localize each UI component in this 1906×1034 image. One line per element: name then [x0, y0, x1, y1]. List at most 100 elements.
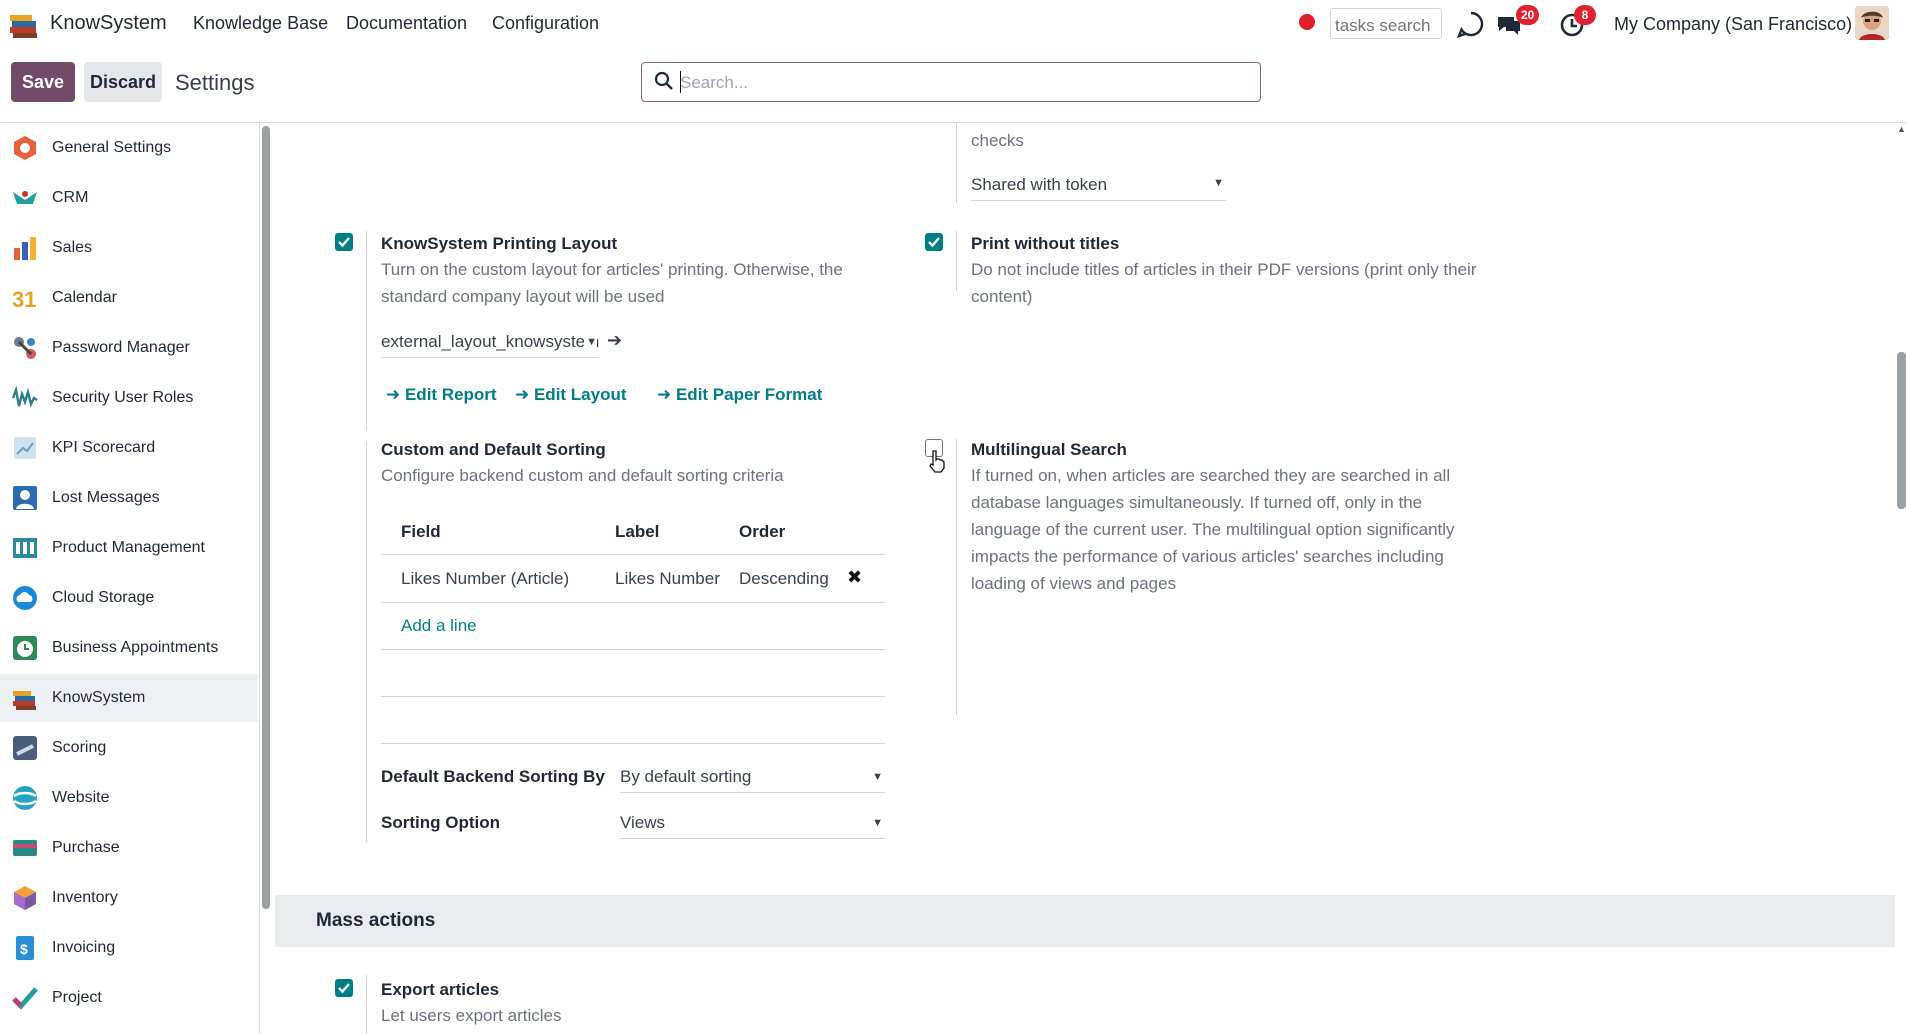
table-row[interactable]: Likes Number (Article) Likes Number Desc…	[381, 555, 885, 602]
menu-configuration[interactable]: Configuration	[492, 13, 599, 34]
invoicing-icon: $	[16, 936, 34, 960]
company-switcher[interactable]: My Company (San Francisco)	[1614, 14, 1852, 35]
open-layout-arrow-icon[interactable]: ➔	[607, 330, 622, 351]
arrow-right-icon: ➜	[386, 385, 405, 404]
sorting-desc: Configure backend custom and default sor…	[381, 466, 784, 485]
sidebar-item-label: Security User Roles	[52, 389, 194, 406]
sidebar-item-product-management[interactable]: Product Management	[0, 524, 258, 572]
chevron-down-icon: ▼	[872, 771, 883, 783]
sidebar-item-invoicing[interactable]: $ Invoicing	[0, 924, 258, 972]
menu-knowledge-base[interactable]: Knowledge Base	[193, 13, 328, 34]
layout-select-value: external_layout_knowsystem	[381, 332, 599, 351]
edit-paper-format-label: Edit Paper Format	[675, 385, 823, 404]
discard-button[interactable]: Discard	[84, 62, 162, 102]
sidebar-item-website[interactable]: Website	[0, 774, 258, 822]
settings-search[interactable]: Search...	[641, 62, 1261, 102]
section-divider	[366, 231, 367, 431]
app-title[interactable]: KnowSystem	[50, 12, 167, 35]
knowsystem-logo-icon[interactable]	[7, 7, 41, 41]
printing-layout-checkbox[interactable]	[335, 233, 353, 251]
edit-paper-format-link[interactable]: ➜ Edit Paper Format	[657, 385, 822, 405]
sidebar-item-project[interactable]: Project	[0, 974, 258, 1022]
text-cursor	[680, 71, 681, 93]
default-sort-value: By default sorting	[620, 767, 752, 786]
arrow-right-icon: ➜	[657, 385, 676, 404]
table-divider	[381, 649, 885, 650]
col-label[interactable]: Label	[615, 522, 659, 542]
chevron-down-icon: ▼	[584, 336, 597, 348]
sidebar-item-crm[interactable]: CRM	[0, 174, 258, 222]
sidebar-item-password-manager[interactable]: Password Manager	[0, 324, 258, 372]
project-icon	[12, 987, 38, 1010]
edit-layout-label: Edit Layout	[533, 385, 627, 404]
chevron-down-icon: ▼	[872, 817, 883, 829]
menu-documentation[interactable]: Documentation	[346, 13, 467, 34]
default-sort-select[interactable]: By default sorting ▼	[620, 767, 885, 793]
cell-field: Likes Number (Article)	[401, 569, 570, 588]
search-placeholder: Search...	[680, 73, 749, 92]
section-divider	[956, 439, 957, 715]
product-management-icon	[13, 538, 37, 558]
print-without-titles-desc: Do not include titles of articles in the…	[971, 260, 1477, 306]
sidebar-item-lost-messages[interactable]: Lost Messages	[0, 474, 258, 522]
sidebar-item-label: KnowSystem	[52, 689, 146, 706]
multilingual-search-title: Multilingual Search	[971, 440, 1127, 459]
sidebar-scrollbar[interactable]	[262, 126, 270, 909]
voip-phone-icon[interactable]	[1456, 9, 1486, 39]
export-articles-checkbox[interactable]	[335, 979, 353, 997]
save-button[interactable]: Save	[11, 62, 75, 102]
sidebar-item-label: Sales	[52, 239, 93, 256]
printing-layout-desc: Turn on the custom layout for articles' …	[381, 260, 843, 306]
content-scroll-up-icon[interactable]: ▲	[1897, 124, 1906, 134]
scoring-icon	[13, 736, 37, 760]
sort-option-value: Views	[620, 813, 666, 832]
section-divider	[366, 441, 367, 843]
sidebar-item-label: Business Appointments	[52, 639, 219, 656]
tasks-search-input[interactable]	[1330, 8, 1442, 39]
sidebar-item-sales[interactable]: Sales	[0, 224, 258, 272]
sidebar-item-label: Project	[52, 989, 102, 1006]
sidebar-item-label: Inventory	[52, 889, 118, 906]
sidebar-item-general-settings[interactable]: General Settings	[0, 124, 258, 172]
sidebar-item-label: Lost Messages	[52, 489, 160, 506]
svg-text:31: 31	[12, 287, 36, 312]
add-line-link[interactable]: Add a line	[401, 616, 477, 636]
recording-icon[interactable]	[1299, 14, 1315, 30]
print-without-titles-checkbox[interactable]	[925, 233, 943, 251]
sidebar-item-scoring[interactable]: Scoring	[0, 724, 258, 772]
top-navbar: KnowSystem Knowledge Base Documentation …	[0, 0, 1906, 48]
sidebar-item-purchase[interactable]: Purchase	[0, 824, 258, 872]
sidebar-item-calendar[interactable]: 31 Calendar	[0, 274, 258, 322]
printing-layout-title: KnowSystem Printing Layout	[381, 234, 618, 253]
delete-row-icon[interactable]: ✖	[847, 567, 862, 588]
share-select[interactable]: Shared with token ▼	[971, 175, 1226, 201]
lost-messages-icon	[13, 486, 37, 510]
sidebar-item-cloud-storage[interactable]: Cloud Storage	[0, 574, 258, 622]
table-divider	[381, 696, 885, 697]
sidebar-item-label: Website	[52, 789, 110, 806]
sidebar-item-label: CRM	[52, 189, 89, 206]
crm-icon	[13, 191, 37, 204]
col-field[interactable]: Field	[401, 522, 441, 542]
sidebar-item-security-user-roles[interactable]: Security User Roles	[0, 374, 258, 422]
user-avatar[interactable]	[1855, 6, 1889, 40]
sort-option-select[interactable]: Views ▼	[620, 813, 885, 839]
sidebar-item-label: Password Manager	[52, 339, 190, 356]
sidebar-item-kpi-scorecard[interactable]: KPI Scorecard	[0, 424, 258, 472]
sidebar-item-label: Purchase	[52, 839, 120, 856]
col-order[interactable]: Order	[739, 522, 785, 542]
layout-select[interactable]: external_layout_knowsystem ▼	[381, 332, 599, 358]
sidebar-item-inventory[interactable]: Inventory	[0, 874, 258, 922]
sidebar-item-business-appointments[interactable]: Business Appointments	[0, 624, 258, 672]
chevron-down-icon: ▼	[1213, 177, 1224, 189]
sidebar-item-label: Scoring	[52, 739, 107, 756]
sidebar-item-label: Calendar	[52, 289, 117, 306]
content-scrollbar[interactable]	[1897, 352, 1906, 509]
purchase-icon	[13, 840, 37, 856]
sales-icon	[14, 237, 36, 260]
sidebar-item-knowsystem[interactable]: KnowSystem	[0, 674, 258, 722]
edit-report-link[interactable]: ➜ Edit Report	[386, 385, 497, 405]
partial-desc-tail: checks	[971, 131, 1024, 150]
edit-layout-link[interactable]: ➜ Edit Layout	[515, 385, 627, 405]
breadcrumb: Settings	[175, 70, 255, 95]
